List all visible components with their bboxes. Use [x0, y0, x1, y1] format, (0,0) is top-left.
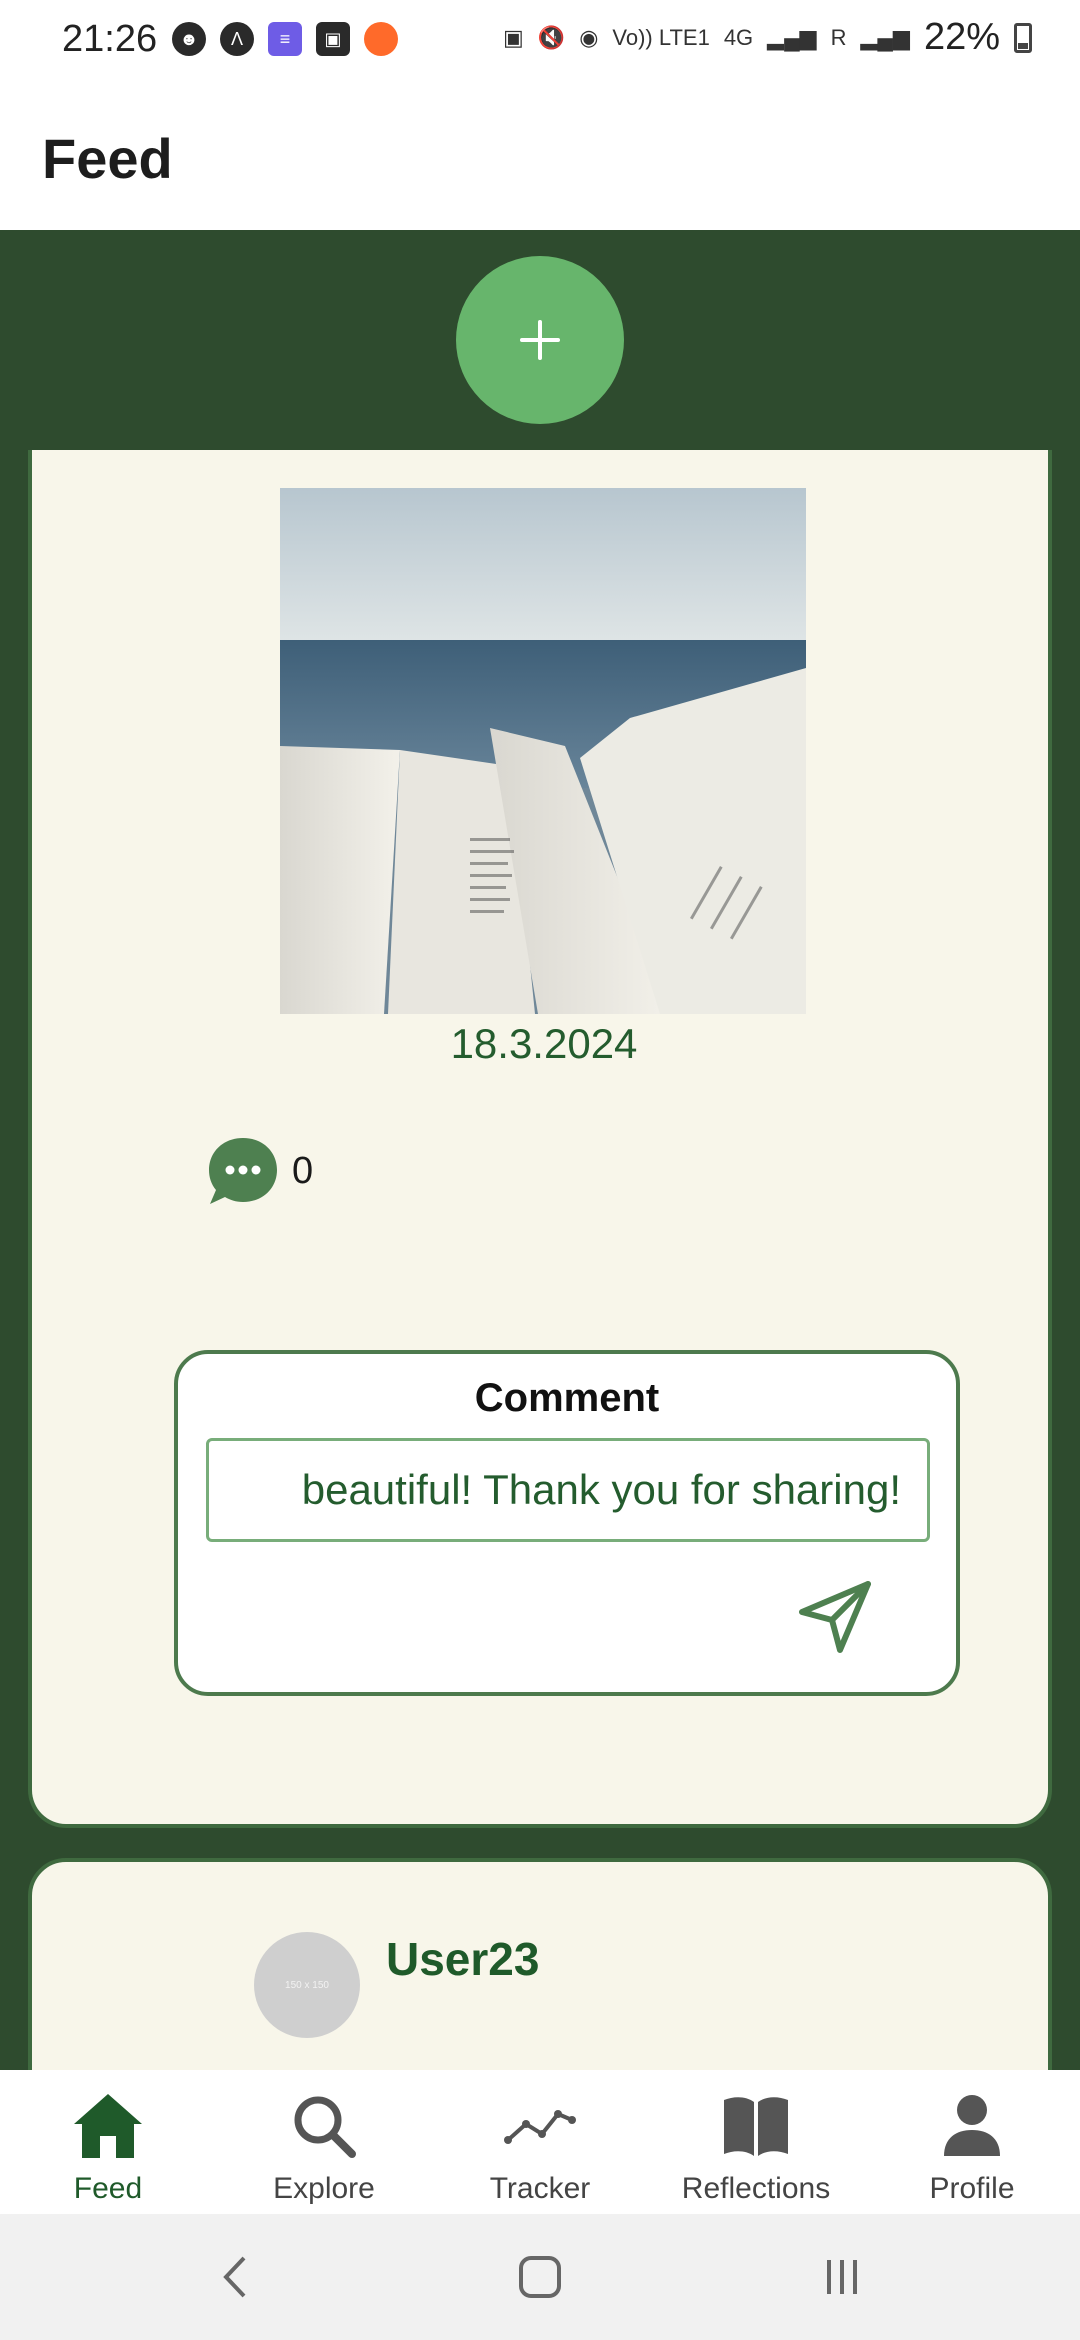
avatar[interactable]: 150 x 150 [254, 1932, 360, 2038]
person-icon [934, 2088, 1010, 2164]
battery-icon [1014, 22, 1032, 53]
send-comment-button[interactable] [794, 1576, 876, 1658]
roaming-indicator: R [830, 24, 847, 50]
app-header: Feed [0, 82, 1080, 230]
comments-toggle[interactable]: 0 [206, 1134, 313, 1208]
plus-icon [520, 320, 560, 360]
recents-icon [827, 2260, 857, 2294]
back-button[interactable] [206, 2252, 266, 2302]
add-post-button[interactable] [456, 256, 624, 424]
comment-label: Comment [474, 1376, 660, 1420]
nav-item-profile[interactable]: Profile [864, 2070, 1080, 2214]
orange-app-icon [364, 22, 398, 56]
comment-bubble-icon [206, 1134, 280, 1208]
battery-saver-icon: ▣ [502, 24, 524, 50]
feed-content[interactable]: 18.3.2024 0 Comment beautiful! Thank you… [0, 230, 1080, 2070]
notification-icons: ☻ Λ ≡ ▣ [172, 22, 398, 56]
book-icon [718, 2088, 794, 2164]
list-app-icon: ≡ [268, 22, 302, 56]
nav-label: Tracker [489, 2172, 591, 2205]
post-date: 18.3.2024 [450, 1020, 638, 1067]
app-a-icon: Λ [220, 22, 254, 56]
gallery-icon: ▣ [316, 22, 350, 56]
volte-indicator: Vo)) LTE1 [612, 24, 710, 50]
send-icon [799, 1581, 871, 1653]
post-card: 150 x 150 User23 [28, 1858, 1052, 2070]
home-square-icon [519, 2256, 561, 2298]
signal-icon: ▂▄▆ [767, 24, 817, 50]
system-indicators: ▣ 🔇 ◉ Vo)) LTE1 4G ▂▄▆ R ▂▄▆ 22% [503, 16, 1032, 59]
nav-item-reflections[interactable]: Reflections [648, 2070, 864, 2214]
network-type: 4G [723, 24, 754, 50]
face-icon: ☻ [172, 22, 206, 56]
search-icon [286, 2088, 362, 2164]
battery-percent: 22% [923, 16, 1000, 58]
nav-label: Profile [929, 2172, 1015, 2205]
comment-input[interactable] [206, 1438, 930, 1542]
home-button[interactable] [510, 2252, 570, 2302]
nav-label: Explore [273, 2172, 375, 2205]
page-title: Feed [42, 127, 173, 190]
nav-item-tracker[interactable]: Tracker [432, 2070, 648, 2214]
comment-form: Comment [174, 1350, 960, 1696]
nav-label: Feed [73, 2172, 143, 2205]
home-icon [70, 2088, 146, 2164]
comment-count: 0 [292, 1149, 314, 1192]
sea-book-image [280, 488, 806, 1014]
post-card: 18.3.2024 0 Comment [28, 450, 1052, 1828]
post-image[interactable] [280, 488, 806, 1014]
hotspot-icon: ◉ [579, 24, 599, 50]
trend-line-icon [502, 2088, 578, 2164]
bottom-nav: Feed Explore Tracker Reflections Profile [0, 2070, 1080, 2214]
nav-label: Reflections [681, 2172, 831, 2205]
mute-icon: 🔇 [537, 24, 566, 50]
recents-button[interactable] [812, 2252, 872, 2302]
nav-item-explore[interactable]: Explore [216, 2070, 432, 2214]
status-bar: 21:26 ☻ Λ ≡ ▣ ▣ 🔇 ◉ Vo)) LTE1 4G ▂▄▆ R ▂… [0, 0, 1080, 82]
nav-item-feed[interactable]: Feed [0, 2070, 216, 2214]
status-time: 21:26 [62, 18, 158, 60]
back-chevron-icon [223, 2256, 246, 2298]
system-nav-bar [0, 2214, 1080, 2340]
post-username[interactable]: User23 [386, 1932, 539, 1986]
signal2-icon: ▂▄▆ [860, 24, 910, 50]
